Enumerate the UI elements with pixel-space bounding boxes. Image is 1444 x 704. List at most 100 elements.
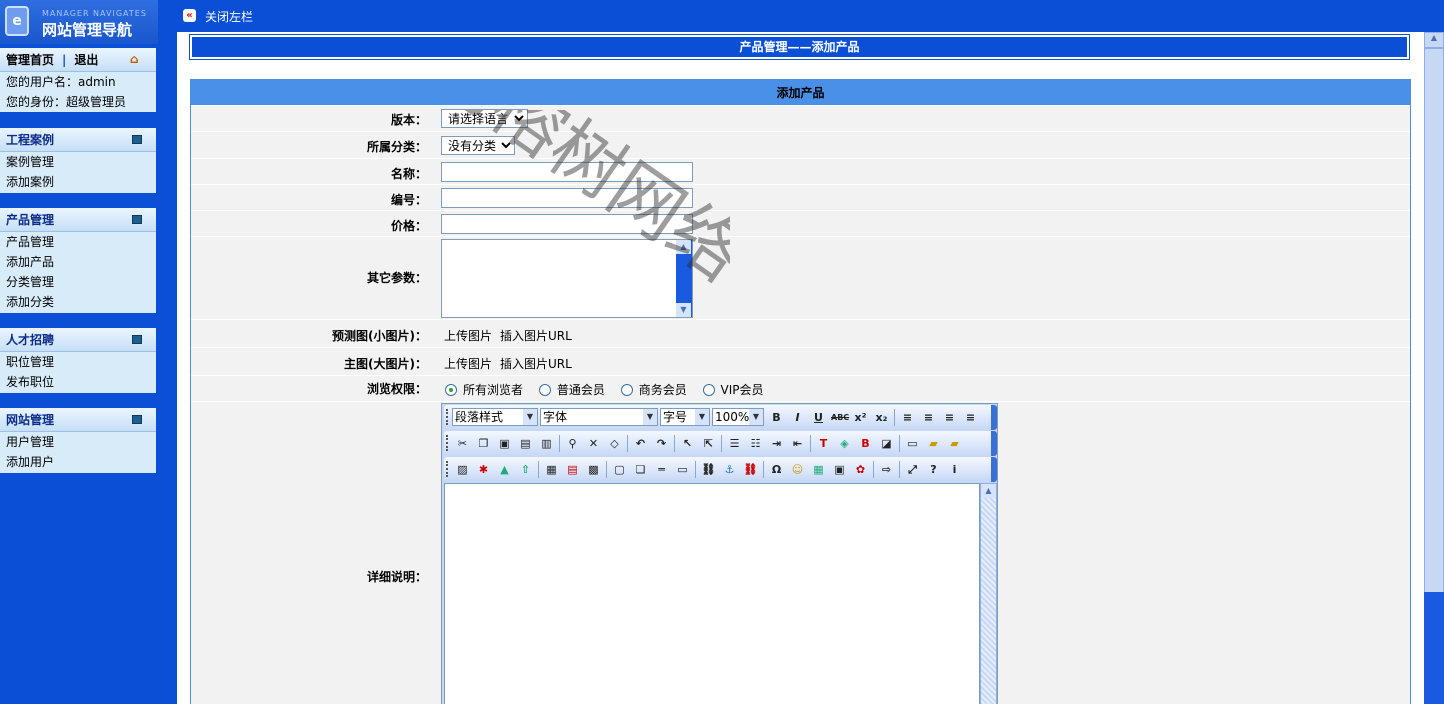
- sidebar-item[interactable]: 发布职位: [0, 372, 156, 392]
- frame-icon[interactable]: ▭: [904, 435, 921, 452]
- copy-icon[interactable]: ❐: [475, 435, 492, 452]
- redo-icon[interactable]: ↷: [653, 435, 670, 452]
- form-icon[interactable]: ▢: [611, 461, 628, 478]
- template-icon[interactable]: ▣: [831, 461, 848, 478]
- scroll-thumb[interactable]: [1424, 592, 1444, 704]
- font-select[interactable]: 字体 ▼: [540, 408, 658, 426]
- sidebar-item[interactable]: 用户管理: [0, 432, 156, 452]
- cut-icon[interactable]: ✂: [454, 435, 471, 452]
- select-all-icon[interactable]: ⇱: [700, 435, 717, 452]
- version-select[interactable]: 请选择语言: [441, 109, 528, 128]
- radio-vip-member[interactable]: [702, 383, 715, 396]
- italic-icon[interactable]: I: [789, 409, 806, 426]
- price-input[interactable]: [441, 214, 693, 234]
- justify-icon[interactable]: ≡: [962, 409, 979, 426]
- upload-image-link[interactable]: 上传图片: [444, 357, 492, 371]
- hr-icon[interactable]: ═: [653, 461, 670, 478]
- maximize-icon[interactable]: ⤢: [904, 461, 921, 478]
- radio-all-visitors[interactable]: [445, 383, 457, 396]
- media-icon[interactable]: ▲: [496, 461, 513, 478]
- scroll-up-icon[interactable]: ▲: [676, 240, 691, 254]
- align-center-icon[interactable]: ≡: [920, 409, 937, 426]
- home-link[interactable]: 管理首页: [6, 53, 54, 67]
- logout-link[interactable]: 退出: [74, 53, 98, 67]
- radio-normal-member[interactable]: [538, 383, 551, 396]
- outdent-icon[interactable]: ⇤: [789, 435, 806, 452]
- panel-header[interactable]: 工程案例: [0, 128, 156, 152]
- collapse-icon[interactable]: [132, 415, 142, 424]
- undo-icon[interactable]: ↶: [632, 435, 649, 452]
- strikethrough-icon[interactable]: ABC: [831, 409, 849, 426]
- paragraph-style-select[interactable]: 段落样式 ▼: [452, 408, 538, 426]
- align-right-icon[interactable]: ≡: [941, 409, 958, 426]
- spreadsheet-icon[interactable]: ▦: [810, 461, 827, 478]
- export-icon[interactable]: ⇨: [878, 461, 895, 478]
- select-icon[interactable]: ↖: [679, 435, 696, 452]
- close-sidebar-link[interactable]: 关闭左栏: [205, 8, 253, 25]
- upload-image-link[interactable]: 上传图片: [444, 329, 492, 343]
- sidebar-item[interactable]: 添加分类: [0, 292, 156, 312]
- sidebar-item[interactable]: 添加案例: [0, 172, 156, 192]
- about-icon[interactable]: i: [946, 461, 963, 478]
- name-input[interactable]: [441, 162, 693, 182]
- upload-icon[interactable]: ⇧: [517, 461, 534, 478]
- textarea-scrollbar[interactable]: ▲ ▼: [676, 240, 692, 317]
- highlight-icon[interactable]: B: [857, 435, 874, 452]
- anchor-icon[interactable]: ⚓: [721, 461, 738, 478]
- scroll-track[interactable]: [1424, 48, 1444, 608]
- underline-icon[interactable]: U: [810, 409, 827, 426]
- emoticon-icon[interactable]: ☺: [789, 461, 806, 478]
- zoom-select[interactable]: 100% ▼: [712, 408, 764, 426]
- superscript-icon[interactable]: x²: [852, 409, 869, 426]
- sidebar-item[interactable]: 案例管理: [0, 152, 156, 172]
- table-icon[interactable]: ▦: [543, 461, 560, 478]
- editor-scrollbar[interactable]: ▲: [980, 483, 997, 704]
- text-color-icon[interactable]: T: [815, 435, 832, 452]
- border-icon[interactable]: ◪: [878, 435, 895, 452]
- table-row-icon[interactable]: ▤: [564, 461, 581, 478]
- comment-icon[interactable]: ▰: [925, 435, 942, 452]
- paste-text-icon[interactable]: ▤: [517, 435, 534, 452]
- eraser-icon[interactable]: ◇: [606, 435, 623, 452]
- panel-header[interactable]: 人才招聘: [0, 328, 156, 352]
- special-char-icon[interactable]: Ω: [768, 461, 785, 478]
- bold-icon[interactable]: B: [768, 409, 785, 426]
- font-size-select[interactable]: 字号 ▼: [660, 408, 710, 426]
- delete-icon[interactable]: ✕: [585, 435, 602, 452]
- editor-content-area[interactable]: [444, 483, 980, 704]
- align-left-icon[interactable]: ≡: [899, 409, 916, 426]
- unordered-list-icon[interactable]: ☷: [747, 435, 764, 452]
- help-icon[interactable]: ?: [925, 461, 942, 478]
- collapse-left-icon[interactable]: «: [183, 9, 196, 22]
- sidebar-item[interactable]: 职位管理: [0, 352, 156, 372]
- preview-icon[interactable]: ✿: [852, 461, 869, 478]
- collapse-icon[interactable]: [132, 335, 142, 344]
- scroll-up-icon[interactable]: ▲: [981, 484, 996, 498]
- sidebar-item[interactable]: 分类管理: [0, 272, 156, 292]
- page-icon[interactable]: ❏: [632, 461, 649, 478]
- flash-icon[interactable]: ✱: [475, 461, 492, 478]
- collapse-icon[interactable]: [132, 215, 142, 224]
- image-icon[interactable]: ▨: [454, 461, 471, 478]
- paste-icon[interactable]: ▣: [496, 435, 513, 452]
- scroll-down-icon[interactable]: ▼: [676, 303, 691, 317]
- table-cell-icon[interactable]: ▩: [585, 461, 602, 478]
- panel-header[interactable]: 产品管理: [0, 208, 156, 232]
- insert-image-url-link[interactable]: 插入图片URL: [500, 329, 572, 343]
- collapse-icon[interactable]: [132, 135, 142, 144]
- sidebar-item[interactable]: 产品管理: [0, 232, 156, 252]
- bg-color-icon[interactable]: ◈: [836, 435, 853, 452]
- category-select[interactable]: 没有分类: [441, 136, 515, 155]
- params-textarea[interactable]: ▲ ▼: [441, 239, 693, 318]
- panel-header[interactable]: 网站管理: [0, 408, 156, 432]
- code-input[interactable]: [441, 188, 693, 208]
- find-icon[interactable]: ⚲: [564, 435, 581, 452]
- insert-image-url-link[interactable]: 插入图片URL: [500, 357, 572, 371]
- scroll-up-icon[interactable]: ▲: [1424, 32, 1444, 48]
- sidebar-item[interactable]: 添加用户: [0, 452, 156, 472]
- paste-word-icon[interactable]: ▥: [538, 435, 555, 452]
- layer-icon[interactable]: ▰: [946, 435, 963, 452]
- radio-business-member[interactable]: [620, 383, 633, 396]
- input-icon[interactable]: ▭: [674, 461, 691, 478]
- unlink-icon[interactable]: ⛓: [742, 461, 759, 478]
